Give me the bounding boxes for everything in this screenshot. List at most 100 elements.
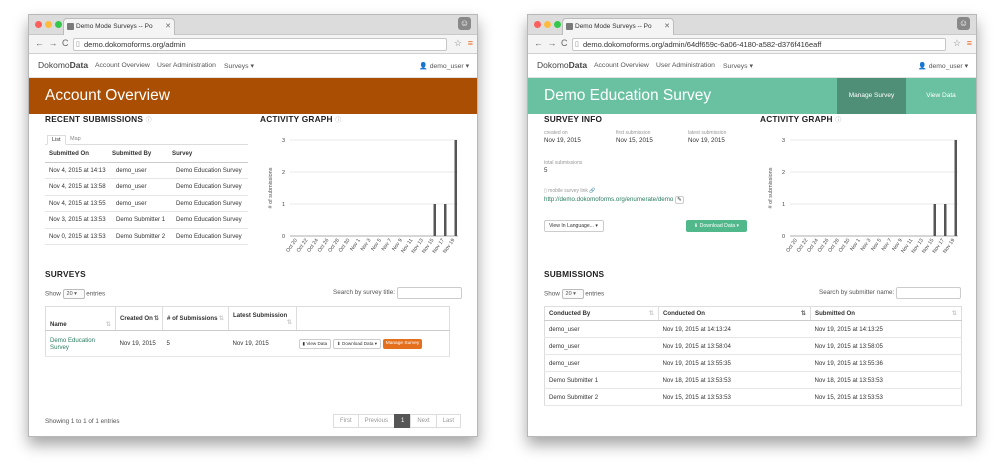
user-menu[interactable]: 👤 demo_user ▾ bbox=[419, 62, 469, 70]
pager-page-1[interactable]: 1 bbox=[393, 414, 412, 428]
activity-bar-chart: 0123# of submissionsOct 20Oct 22Oct 24Oc… bbox=[268, 138, 458, 255]
download-data-button[interactable]: ⬇ Download Data ▾ bbox=[686, 220, 747, 232]
info-icon[interactable]: ⓘ bbox=[146, 118, 152, 124]
pager-next[interactable]: Next bbox=[410, 414, 437, 428]
brand-logo[interactable]: DokomoData bbox=[537, 60, 587, 70]
nav-surveys-dropdown[interactable]: Surveys ▾ bbox=[224, 62, 254, 70]
table-row[interactable]: Demo Submitter 1 Nov 18, 2015 at 13:53:53… bbox=[544, 371, 962, 389]
brand-logo[interactable]: DokomoData bbox=[38, 60, 88, 70]
page-size-select[interactable]: 20 ▾ bbox=[62, 289, 85, 299]
maximize-window-icon[interactable] bbox=[554, 21, 561, 28]
created-label: created on bbox=[544, 130, 568, 136]
page-size-select[interactable]: 20 ▾ bbox=[561, 289, 584, 299]
y-tick-label: 2 bbox=[782, 170, 785, 176]
survey-name-link[interactable]: Demo Education Survey bbox=[45, 330, 116, 357]
page-size-value: 20 bbox=[565, 291, 572, 297]
chart-bar bbox=[454, 140, 457, 236]
pager-last[interactable]: Last bbox=[435, 414, 461, 428]
page-favicon-icon bbox=[67, 23, 74, 30]
table-row[interactable]: Nov 4, 2015 at 14:13 demo_user Demo Educat… bbox=[45, 162, 248, 179]
user-icon: 👤 bbox=[918, 63, 927, 70]
mobile-survey-link[interactable]: http://demo.dokomoforms.org/enumerate/de… bbox=[544, 196, 673, 203]
user-name: demo_user ▾ bbox=[429, 63, 469, 70]
col-conducted-on[interactable]: Conducted On ⇅ bbox=[658, 306, 811, 321]
submitter-search-input[interactable] bbox=[896, 287, 961, 299]
close-tab-icon[interactable]: ✕ bbox=[165, 19, 171, 34]
chart-bar bbox=[944, 204, 947, 236]
url-field[interactable]: ▯ demo.dokomoforms.org/admin bbox=[73, 38, 447, 51]
col-submitted-by[interactable]: Submitted By bbox=[112, 145, 172, 163]
view-data-tab[interactable]: View Data bbox=[906, 78, 976, 114]
minimize-window-icon[interactable] bbox=[45, 21, 52, 28]
pager-first[interactable]: First bbox=[332, 414, 359, 428]
reload-icon[interactable]: C bbox=[561, 38, 569, 48]
download-data-button[interactable]: ⬇ Download Data ▾ bbox=[332, 338, 382, 349]
view-data-button[interactable]: ▮ View Data bbox=[298, 338, 332, 349]
activity-graph-heading: ACTIVITY GRAPH ⓘ bbox=[260, 114, 341, 124]
back-arrow-icon[interactable]: ← bbox=[534, 38, 544, 48]
edit-pencil-icon[interactable]: ✎ bbox=[675, 196, 684, 204]
table-row[interactable]: demo_user Nov 19, 2015 at 14:13:24 Nov 19,… bbox=[544, 320, 962, 338]
chart-bar bbox=[933, 204, 936, 236]
table-row[interactable]: Nov 4, 2015 at 13:58 demo_user Demo Educat… bbox=[45, 178, 248, 196]
user-icon: 👤 bbox=[419, 63, 428, 70]
table-cell: Nov 18, 2015 at 13:53:53 bbox=[658, 371, 811, 389]
browser-nav-buttons: ← → C bbox=[35, 38, 70, 48]
sort-icon: ⇅ bbox=[105, 321, 111, 328]
col-submitted-on[interactable]: Submitted On bbox=[45, 145, 112, 163]
close-window-icon[interactable] bbox=[534, 21, 541, 28]
url-field[interactable]: ▯ demo.dokomoforms.org/admin/64df659c-6a0… bbox=[572, 38, 946, 51]
col-created-on[interactable]: Created On ⇅ bbox=[115, 306, 163, 331]
table-cell: Demo Education Survey bbox=[172, 211, 248, 229]
browser-menu-icon[interactable]: ≡ bbox=[468, 38, 473, 48]
minimize-window-icon[interactable] bbox=[544, 21, 551, 28]
app-navbar: DokomoData Account Overview User Adminis… bbox=[528, 54, 976, 78]
sort-desc-icon: ⇅ bbox=[153, 315, 159, 322]
manage-survey-button[interactable]: Manage Survey bbox=[382, 338, 423, 349]
close-tab-icon[interactable]: ✕ bbox=[664, 19, 670, 34]
nav-account-overview[interactable]: Account Overview bbox=[95, 62, 150, 69]
table-row[interactable]: demo_user Nov 19, 2015 at 13:55:35 Nov 19,… bbox=[544, 354, 962, 372]
nav-user-administration[interactable]: User Administration bbox=[157, 62, 216, 69]
col-survey[interactable]: Survey bbox=[172, 145, 248, 163]
col-latest[interactable]: Latest Submission ⇅ bbox=[228, 306, 297, 331]
profile-icon[interactable]: ☺ bbox=[458, 17, 471, 30]
browser-tab[interactable]: Demo Mode Surveys -- Po ✕ bbox=[63, 18, 175, 35]
nav-user-administration[interactable]: User Administration bbox=[656, 62, 715, 69]
bookmark-star-icon[interactable]: ☆ bbox=[953, 38, 961, 49]
maximize-window-icon[interactable] bbox=[55, 21, 62, 28]
nav-account-overview[interactable]: Account Overview bbox=[594, 62, 649, 69]
survey-created: Nov 19, 2015 bbox=[115, 330, 163, 357]
manage-survey-tab[interactable]: Manage Survey bbox=[837, 78, 906, 114]
col-conducted-by[interactable]: Conducted By ⇅ bbox=[544, 306, 659, 321]
forward-arrow-icon[interactable]: → bbox=[49, 38, 59, 48]
col-name[interactable]: Name ⇅ bbox=[45, 306, 116, 331]
info-icon[interactable]: ⓘ bbox=[835, 118, 841, 124]
browser-tab[interactable]: Demo Mode Surveys -- Po ✕ bbox=[562, 18, 674, 35]
table-row[interactable]: demo_user Nov 19, 2015 at 13:58:04 Nov 19,… bbox=[544, 337, 962, 355]
close-window-icon[interactable] bbox=[35, 21, 42, 28]
tab-title: Demo Mode Surveys -- Po bbox=[575, 23, 652, 30]
browser-menu-icon[interactable]: ≡ bbox=[967, 38, 972, 48]
survey-search-input[interactable] bbox=[397, 287, 462, 299]
col-conducted-on-label: Conducted On bbox=[663, 310, 705, 317]
forward-arrow-icon[interactable]: → bbox=[548, 38, 558, 48]
reload-icon[interactable]: C bbox=[62, 38, 70, 48]
table-row[interactable]: Nov 3, 2015 at 13:53 Demo Submitter 1 Demo… bbox=[45, 211, 248, 229]
bookmark-star-icon[interactable]: ☆ bbox=[454, 38, 462, 49]
sort-icon: ⇅ bbox=[218, 315, 224, 322]
tab-map[interactable]: Map bbox=[66, 135, 85, 145]
pager-previous[interactable]: Previous bbox=[357, 414, 395, 428]
table-row[interactable]: Nov 0, 2015 at 13:53 Demo Submitter 2 Demo… bbox=[45, 228, 248, 245]
table-row[interactable]: Nov 4, 2015 at 13:55 demo_user Demo Educat… bbox=[45, 195, 248, 212]
user-menu[interactable]: 👤 demo_user ▾ bbox=[918, 62, 968, 70]
info-icon[interactable]: ⓘ bbox=[335, 118, 341, 124]
profile-icon[interactable]: ☺ bbox=[957, 17, 970, 30]
view-language-dropdown[interactable]: View In Language... ▾ bbox=[544, 220, 604, 232]
col-submitted-on[interactable]: Submitted On ⇅ bbox=[810, 306, 962, 321]
tab-list[interactable]: List bbox=[47, 135, 66, 145]
back-arrow-icon[interactable]: ← bbox=[35, 38, 45, 48]
nav-surveys-dropdown[interactable]: Surveys ▾ bbox=[723, 62, 753, 70]
col-submissions[interactable]: # of Submissions ⇅ bbox=[162, 306, 229, 331]
table-row[interactable]: Demo Submitter 2 Nov 15, 2015 at 13:53:53… bbox=[544, 388, 962, 406]
